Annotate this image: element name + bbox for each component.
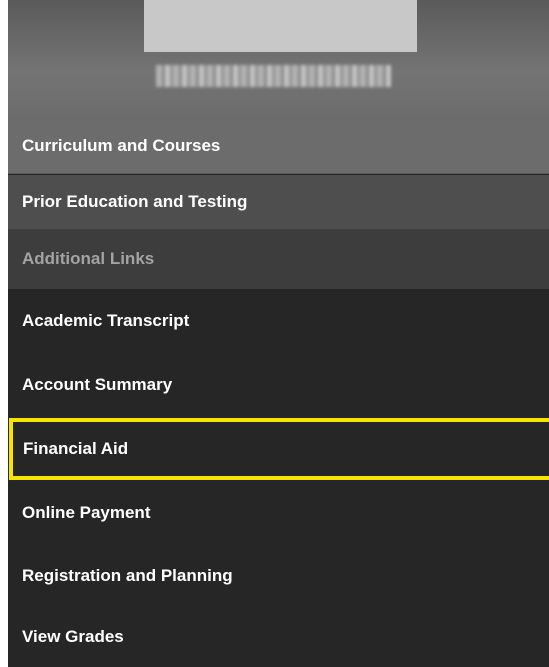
sidebar-link-account-summary[interactable]: Account Summary xyxy=(8,353,549,416)
sidebar-link-registration-planning[interactable]: Registration and Planning xyxy=(8,544,549,607)
sidebar-section-prior-education[interactable]: Prior Education and Testing xyxy=(8,175,549,229)
profile-photo-placeholder xyxy=(144,0,417,52)
sidebar-link-view-grades[interactable]: View Grades xyxy=(8,607,549,667)
blurred-student-name xyxy=(156,65,391,87)
sidebar-link-registration-planning-label: Registration and Planning xyxy=(22,565,233,585)
sidebar-link-account-summary-label: Account Summary xyxy=(22,374,173,394)
sidebar-section-prior-education-label: Prior Education and Testing xyxy=(22,192,248,211)
sidebar-link-online-payment[interactable]: Online Payment xyxy=(8,481,549,544)
sidebar-link-online-payment-label: Online Payment xyxy=(22,502,151,522)
sidebar-section-additional-links: Additional Links xyxy=(8,229,549,289)
sidebar-link-financial-aid[interactable]: Financial Aid xyxy=(9,418,549,480)
student-sidebar: Curriculum and Courses Prior Education a… xyxy=(8,0,549,667)
sidebar-link-academic-transcript-label: Academic Transcript xyxy=(22,311,190,330)
sidebar-link-view-grades-label: View Grades xyxy=(22,627,124,646)
sidebar-section-curriculum-label: Curriculum and Courses xyxy=(22,135,221,155)
sidebar-header xyxy=(8,0,549,118)
sidebar-section-curriculum[interactable]: Curriculum and Courses xyxy=(8,118,549,174)
sidebar-link-academic-transcript[interactable]: Academic Transcript xyxy=(8,289,549,353)
sidebar-section-additional-links-label: Additional Links xyxy=(22,249,155,268)
sidebar-link-financial-aid-label: Financial Aid xyxy=(23,439,129,458)
